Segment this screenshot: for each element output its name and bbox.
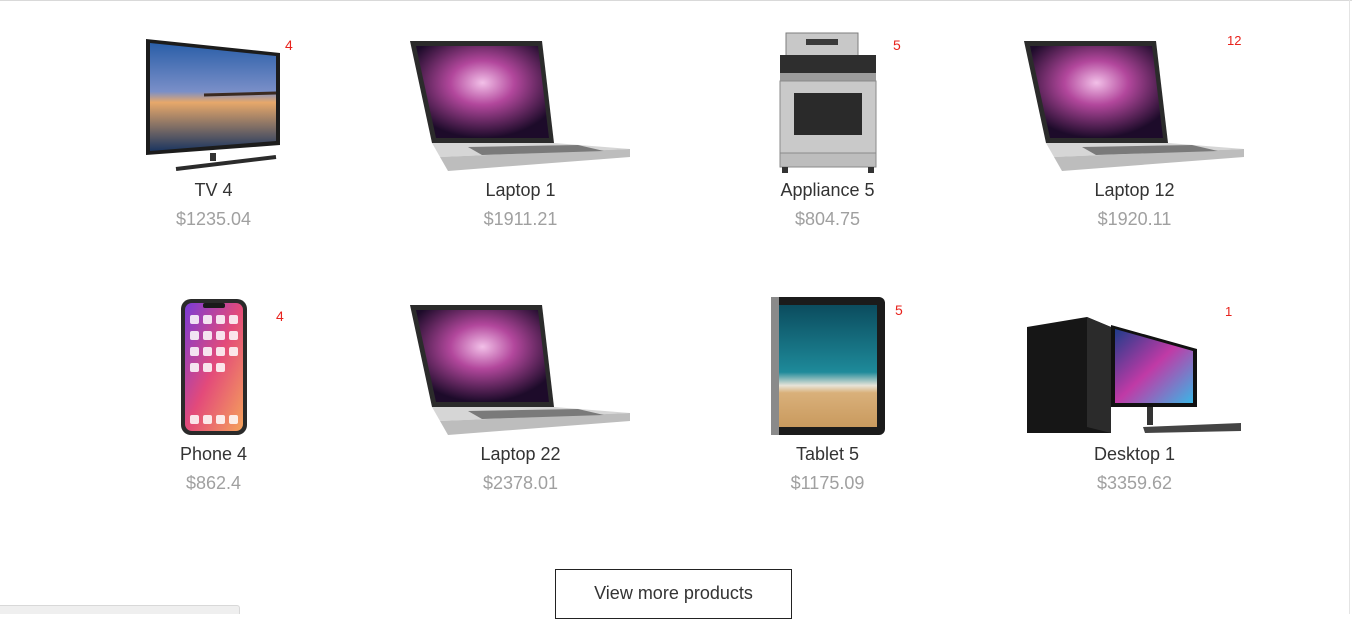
product-image[interactable] <box>367 28 674 173</box>
product-card-laptop-22[interactable]: Laptop 22 $2378.01 <box>367 264 674 524</box>
desktop-icon <box>1026 317 1241 433</box>
product-name[interactable]: Laptop 12 <box>981 180 1288 201</box>
product-image[interactable] <box>367 292 674 437</box>
product-card-phone-4[interactable]: 4 Phone 4 $862.4 <box>60 264 367 524</box>
product-name[interactable]: TV 4 <box>60 180 367 201</box>
product-price: $1175.09 <box>790 473 865 493</box>
product-image[interactable] <box>60 292 367 437</box>
product-card-tv-4[interactable]: 4 TV 4 $1235.04 <box>60 0 367 260</box>
stock-badge: 1 <box>1225 304 1233 319</box>
product-card-laptop-1[interactable]: Laptop 1 $1911.21 <box>367 0 674 260</box>
phone-icon <box>180 299 247 435</box>
product-image[interactable] <box>674 292 981 437</box>
tv-icon <box>145 39 280 171</box>
laptop-icon <box>1023 41 1244 171</box>
product-card-laptop-12[interactable]: 12 Laptop 12 $1920.11 <box>981 0 1288 260</box>
product-price: $2378.01 <box>482 473 559 493</box>
product-name[interactable]: Appliance 5 <box>674 180 981 201</box>
stock-badge: 12 <box>1227 33 1242 48</box>
product-image[interactable] <box>60 28 367 173</box>
stock-badge: 4 <box>285 37 293 53</box>
product-image[interactable] <box>674 28 981 173</box>
tablet-icon <box>770 297 885 435</box>
scrollbar-edge <box>1349 0 1350 614</box>
product-name[interactable]: Laptop 1 <box>367 180 674 201</box>
product-card-appliance-5[interactable]: 5 Appliance 5 $804.75 <box>674 0 981 260</box>
product-card-tablet-5[interactable]: 5 Tablet 5 $1175.09 <box>674 264 981 524</box>
product-price: $862.4 <box>185 473 242 493</box>
stock-badge: 4 <box>276 308 284 324</box>
product-name[interactable]: Phone 4 <box>60 444 367 465</box>
product-price: $1235.04 <box>175 209 252 229</box>
product-card-desktop-1[interactable]: 1 Desktop 1 $3359.62 <box>981 264 1288 524</box>
product-name[interactable]: Tablet 5 <box>674 444 981 465</box>
product-price: $3359.62 <box>1096 473 1173 493</box>
stock-badge: 5 <box>893 37 901 53</box>
product-grid: 4 TV 4 $1235.04 Laptop 1 $1911.21 5 Appl… <box>60 0 1290 540</box>
view-more-products-button[interactable]: View more products <box>555 569 792 619</box>
laptop-icon <box>409 41 630 171</box>
product-price: $1911.21 <box>483 209 558 229</box>
product-name[interactable]: Laptop 22 <box>367 444 674 465</box>
product-image[interactable] <box>981 28 1288 173</box>
product-price: $804.75 <box>794 209 861 229</box>
laptop-icon <box>409 305 630 435</box>
stock-badge: 5 <box>895 302 903 318</box>
stove-icon <box>779 32 876 173</box>
product-image[interactable] <box>981 292 1288 437</box>
browser-status-bar <box>0 605 240 614</box>
product-name[interactable]: Desktop 1 <box>981 444 1288 465</box>
product-price: $1920.11 <box>1097 209 1172 229</box>
